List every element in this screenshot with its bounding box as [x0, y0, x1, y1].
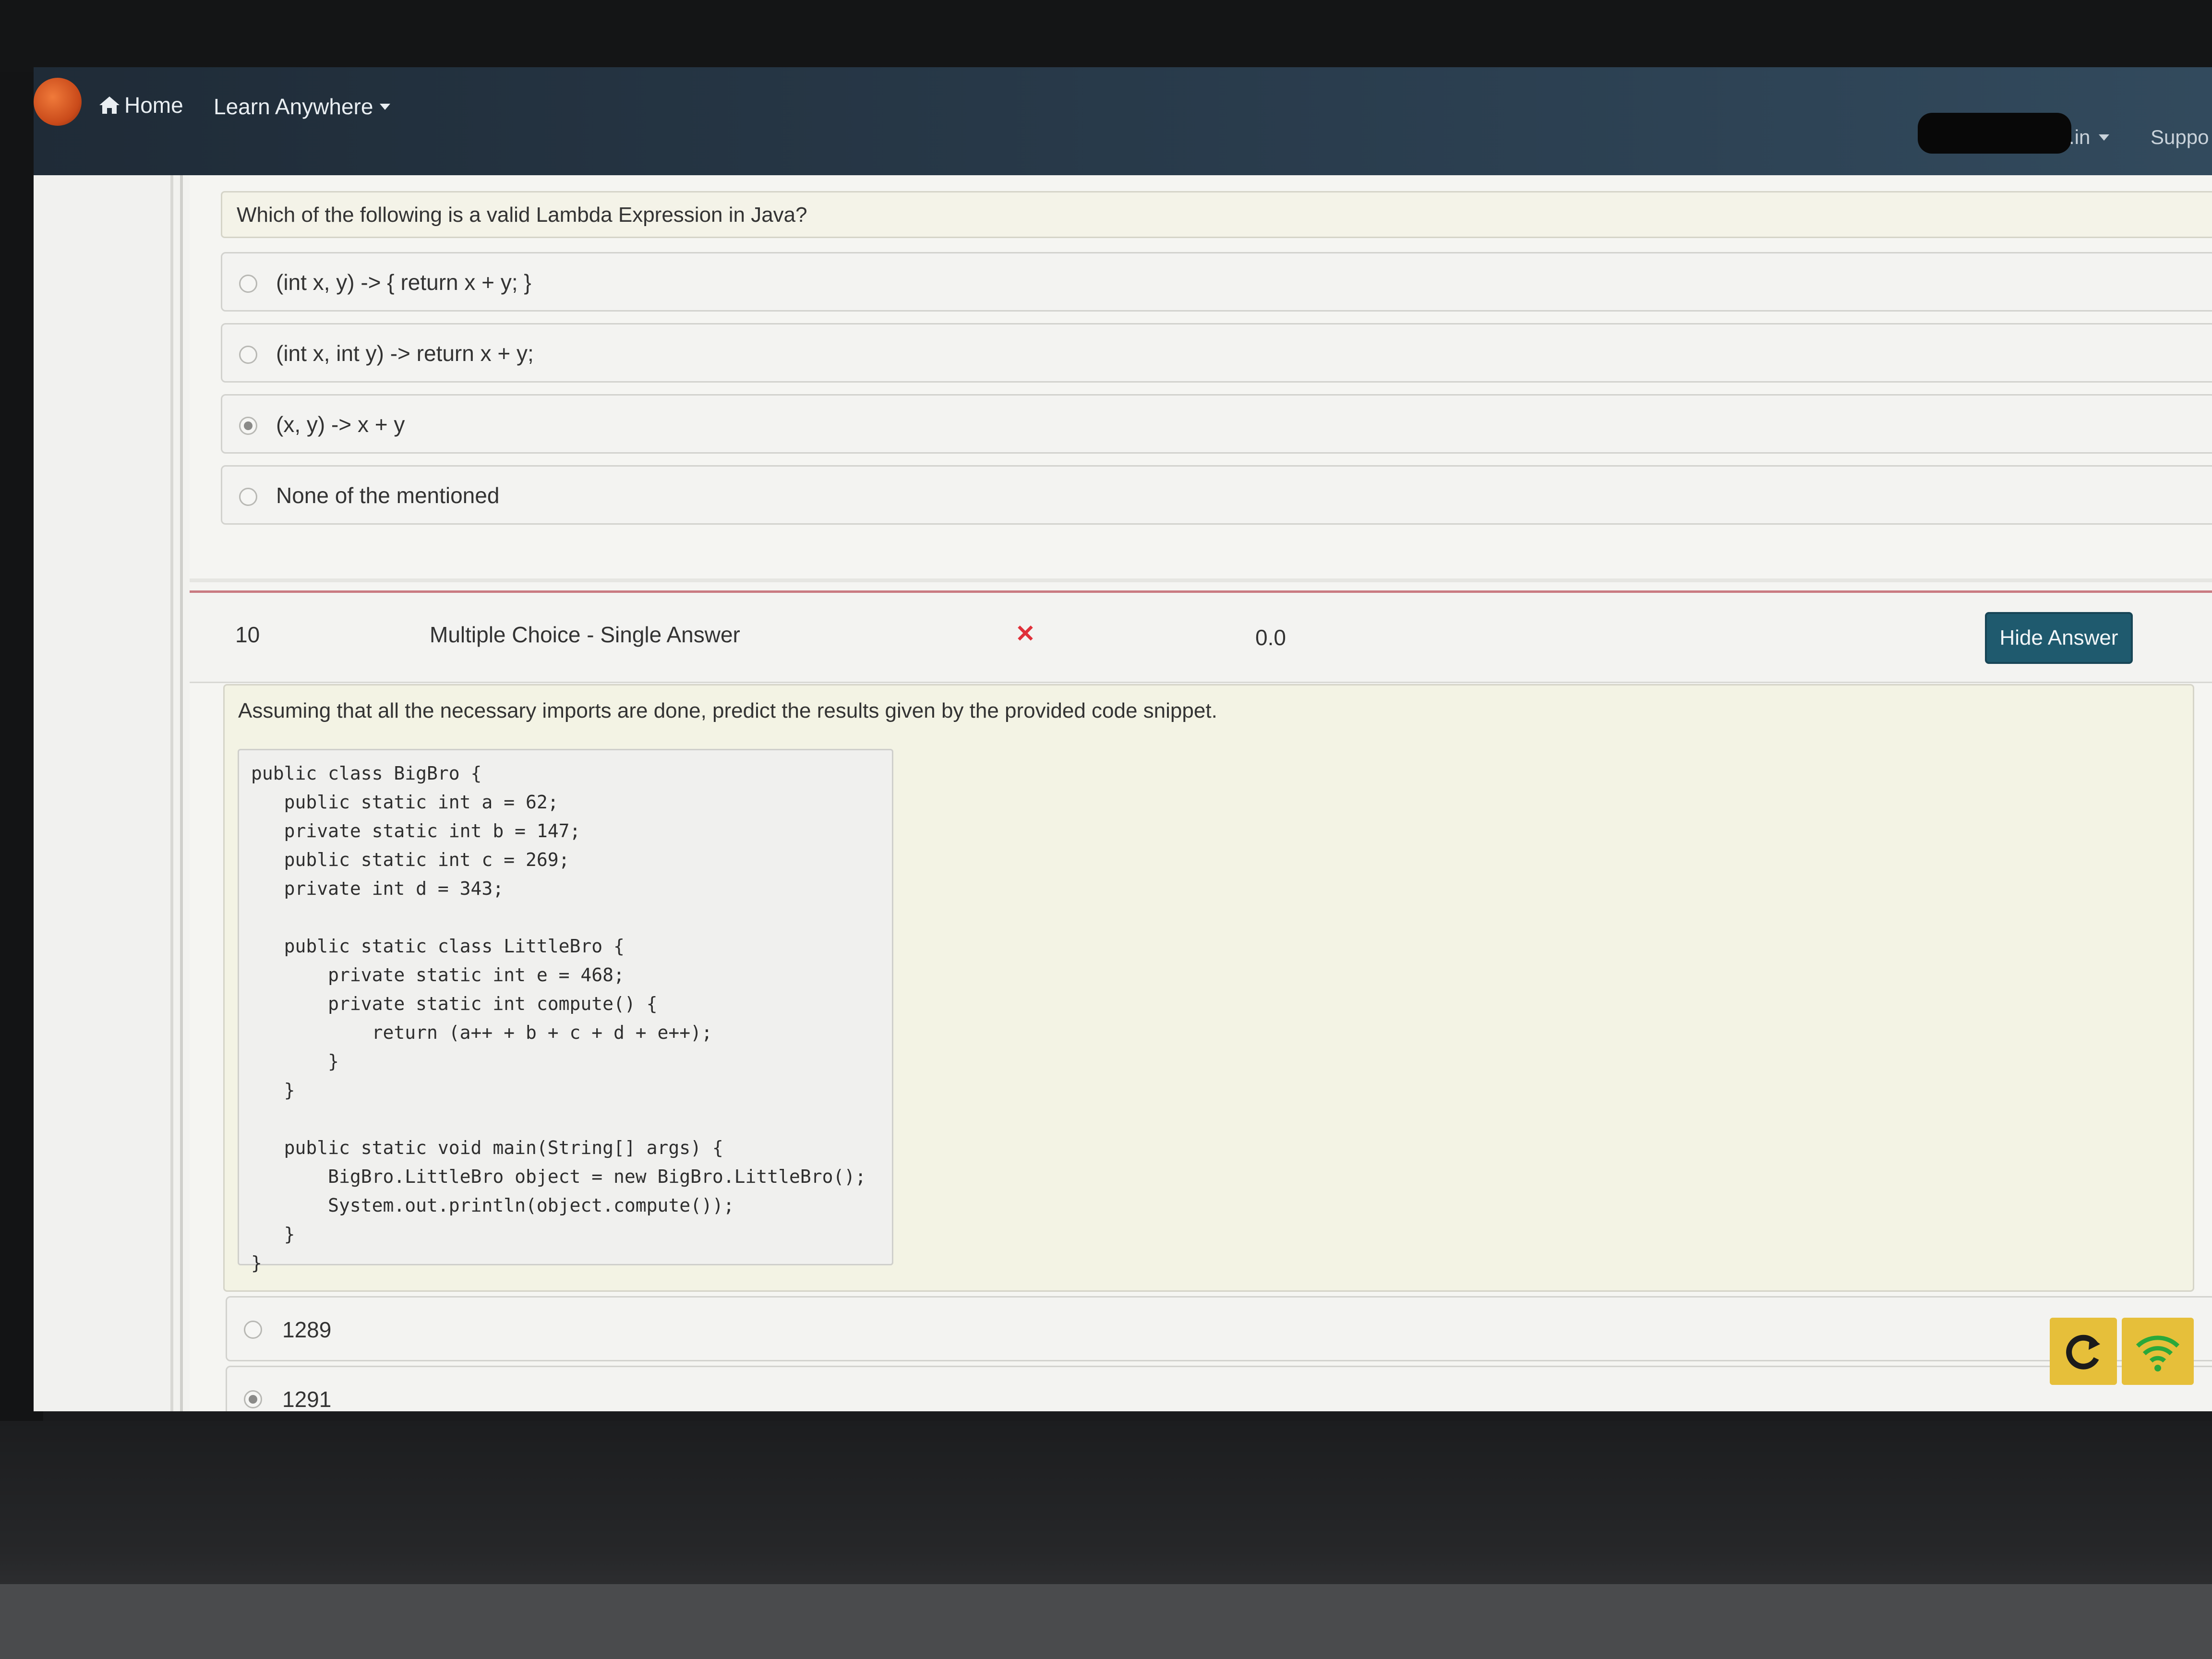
radio-button[interactable] [239, 346, 257, 364]
wifi-button[interactable] [2122, 1318, 2194, 1385]
question-9-option-2[interactable]: (int x, int y) -> return x + y; [221, 323, 2212, 383]
option-label: (int x, int y) -> return x + y; [276, 341, 534, 366]
sidebar-divider [180, 175, 183, 1411]
code-line: } [284, 1224, 295, 1245]
question-number: 10 [235, 622, 260, 647]
chevron-down-icon [380, 103, 391, 110]
question-10-header: 10 Multiple Choice - Single Answer ✕ 0.0… [190, 590, 2212, 683]
question-10-text: Assuming that all the necessary imports … [238, 699, 1217, 722]
radio-button-selected[interactable] [239, 417, 257, 435]
code-line: System.out.println(object.compute()); [328, 1195, 734, 1216]
code-line: public static int a = 62; [284, 792, 559, 813]
code-line: private static int e = 468; [328, 964, 625, 986]
question-9-option-1[interactable]: (int x, y) -> { return x + y; } [221, 252, 2212, 312]
left-sidebar [34, 175, 173, 1411]
option-label: (x, y) -> x + y [276, 412, 405, 437]
code-line: } [251, 1252, 262, 1274]
nav-home-link[interactable]: Home [98, 92, 183, 118]
option-label: None of the mentioned [276, 483, 500, 508]
code-text: public class BigBro { public static int … [251, 759, 866, 1277]
code-line: return (a++ + b + c + d + e++); [372, 1022, 712, 1043]
code-line: private static int compute() { [328, 993, 658, 1014]
top-navbar: Home Learn Anywhere .in Suppo [34, 67, 2212, 175]
option-label: 1289 [282, 1317, 332, 1342]
nav-home-label: Home [124, 93, 183, 118]
code-line: } [284, 1080, 295, 1101]
code-snippet: public class BigBro { public static int … [238, 749, 893, 1274]
radio-button[interactable] [244, 1321, 262, 1339]
home-icon [99, 96, 120, 114]
question-divider [190, 578, 2212, 582]
nav-learn-anywhere-menu[interactable]: Learn Anywhere [214, 94, 391, 120]
question-score: 0.0 [1255, 625, 1286, 650]
cross-icon: ✕ [1015, 620, 1035, 647]
question-9-text: Which of the following is a valid Lambda… [237, 203, 807, 227]
option-label: 1291 [282, 1387, 332, 1411]
radio-button[interactable] [239, 488, 257, 506]
nav-learn-label: Learn Anywhere [214, 94, 373, 119]
code-line: public static class LittleBro { [284, 936, 625, 957]
browser-screen: Home Learn Anywhere .in Suppo Which of t… [34, 67, 2212, 1411]
question-9-option-3[interactable]: (x, y) -> x + y [221, 394, 2212, 454]
code-line: BigBro.LittleBro object = new BigBro.Lit… [328, 1166, 866, 1187]
code-line: private int d = 343; [284, 878, 504, 899]
question-type: Multiple Choice - Single Answer [430, 622, 740, 647]
account-menu[interactable]: .in [2069, 126, 2110, 149]
account-label: .in [2069, 126, 2091, 148]
laptop-hinge [0, 1584, 2212, 1659]
nav-support-link[interactable]: Suppo [2151, 126, 2209, 149]
chevron-down-icon [2099, 134, 2110, 141]
redacted-username [1918, 113, 2071, 154]
radio-button-selected[interactable] [244, 1390, 262, 1408]
code-line: public static int c = 269; [284, 849, 570, 870]
code-line: private static int b = 147; [284, 820, 581, 842]
laptop-bezel-top [0, 0, 2212, 72]
code-line: } [328, 1051, 339, 1072]
code-line: public static void main(String[] args) { [284, 1137, 723, 1158]
question-10-option-1[interactable]: 1289 [226, 1296, 2212, 1361]
wifi-icon [2136, 1335, 2180, 1371]
code-line: public class BigBro { [251, 763, 482, 784]
radio-button[interactable] [239, 275, 257, 293]
refresh-button[interactable] [2050, 1318, 2117, 1385]
refresh-icon [2066, 1334, 2100, 1370]
question-9-box: Which of the following is a valid Lambda… [221, 191, 2212, 238]
question-9-option-4[interactable]: None of the mentioned [221, 465, 2212, 525]
option-label: (int x, y) -> { return x + y; } [276, 270, 531, 295]
hide-answer-button[interactable]: Hide Answer [1985, 612, 2133, 664]
site-logo[interactable] [34, 78, 82, 126]
question-10-option-2[interactable]: 1291 [226, 1366, 2212, 1411]
